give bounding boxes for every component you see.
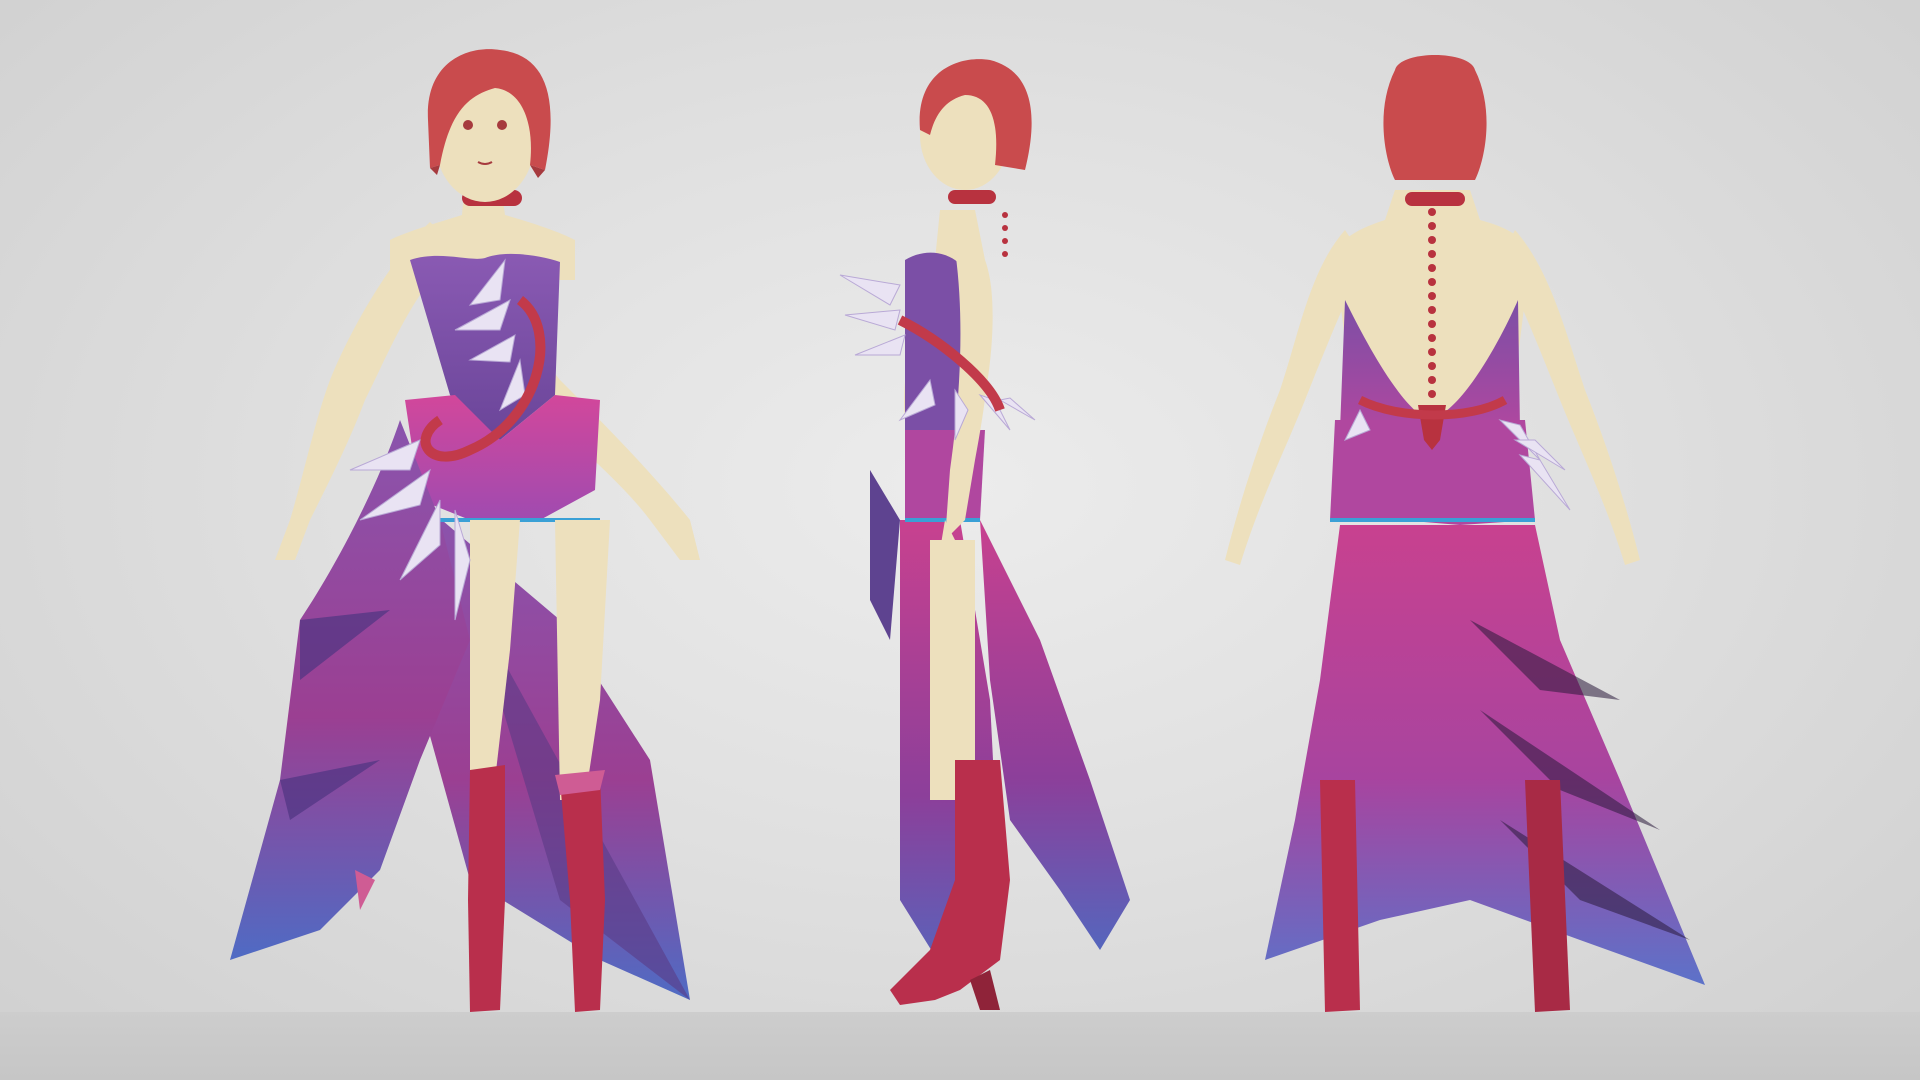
render-viewport xyxy=(0,0,1920,1080)
character-back-view xyxy=(1225,55,1705,1012)
